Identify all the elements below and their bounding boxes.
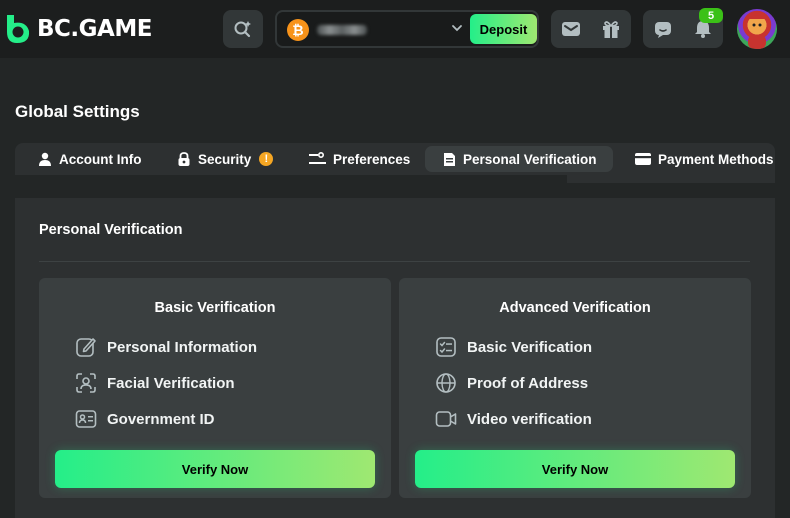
section-divider <box>39 261 750 262</box>
brand-name: BC.GAME <box>37 16 152 42</box>
feature-item: Facial Verification <box>75 372 235 394</box>
warning-icon: ! <box>259 152 274 166</box>
mail-icon[interactable] <box>561 20 581 38</box>
checklist-icon <box>436 337 456 357</box>
feature-item: Proof of Address <box>435 372 588 394</box>
feature-item: Personal Information <box>75 336 257 358</box>
sliders-icon <box>309 152 326 164</box>
document-icon <box>444 152 455 166</box>
video-camera-icon <box>435 411 457 427</box>
user-icon <box>39 152 51 166</box>
tab-label: Account Info <box>59 151 142 167</box>
top-header: BC.GAME ₿ Deposit 5 <box>0 0 790 58</box>
lock-icon <box>178 152 190 166</box>
user-avatar[interactable] <box>737 9 777 49</box>
edit-icon <box>76 338 96 357</box>
card-icon <box>635 153 651 165</box>
gift-icon[interactable] <box>601 19 621 39</box>
basic-verification-card: Basic Verification Personal Information … <box>39 278 391 498</box>
section-title: Personal Verification <box>39 222 183 238</box>
search-button[interactable] <box>223 10 263 48</box>
advanced-verification-card: Advanced Verification Basic Verification… <box>399 278 751 498</box>
feature-label: Personal Information <box>107 338 258 356</box>
inbox-rewards-group <box>551 10 631 48</box>
avatar-character-icon <box>748 15 766 49</box>
bitcoin-icon: ₿ <box>287 19 309 41</box>
notification-count-badge: 5 <box>699 8 723 23</box>
balance-hidden <box>317 25 367 35</box>
settings-tabs: Account Info Security ! Preferences Pers… <box>15 143 775 175</box>
page-title: Global Settings <box>15 102 140 121</box>
card-title: Advanced Verification <box>499 300 651 316</box>
feature-item: Video verification <box>435 408 592 430</box>
deposit-button[interactable]: Deposit <box>470 14 537 44</box>
tab-label: Security <box>198 151 252 167</box>
tab-payment-methods[interactable]: Payment Methods <box>635 146 774 172</box>
feature-label: Facial Verification <box>107 374 235 392</box>
face-scan-icon <box>76 373 96 393</box>
tab-security[interactable]: Security ! <box>177 146 274 172</box>
chevron-down-icon[interactable] <box>451 22 463 34</box>
tab-label: Payment Methods <box>658 151 774 167</box>
search-icon <box>234 21 251 38</box>
tab-account-info[interactable]: Account Info <box>38 146 142 172</box>
tab-personal-verification[interactable]: Personal Verification <box>425 146 613 172</box>
tab-strip-extension <box>567 175 775 183</box>
feature-item: Basic Verification <box>435 336 592 358</box>
tab-label: Preferences <box>333 151 411 167</box>
verify-now-button[interactable]: Verify Now <box>55 450 375 488</box>
id-card-icon <box>75 410 97 428</box>
chat-icon[interactable] <box>653 19 673 39</box>
tab-label: Personal Verification <box>463 151 597 167</box>
globe-icon <box>436 373 456 393</box>
verification-panel: Personal Verification Basic Verification… <box>15 198 775 518</box>
feature-label: Government ID <box>107 410 215 428</box>
wallet-selector[interactable]: ₿ Deposit <box>275 10 539 48</box>
feature-label: Basic Verification <box>467 338 593 356</box>
bc-logo-icon <box>7 15 30 43</box>
feature-item: Government ID <box>75 408 215 430</box>
feature-label: Video verification <box>467 410 592 428</box>
brand-logo[interactable]: BC.GAME <box>4 13 152 45</box>
card-title: Basic Verification <box>154 300 276 316</box>
tab-preferences[interactable]: Preferences <box>309 146 410 172</box>
feature-label: Proof of Address <box>467 374 589 392</box>
verify-now-button[interactable]: Verify Now <box>415 450 735 488</box>
